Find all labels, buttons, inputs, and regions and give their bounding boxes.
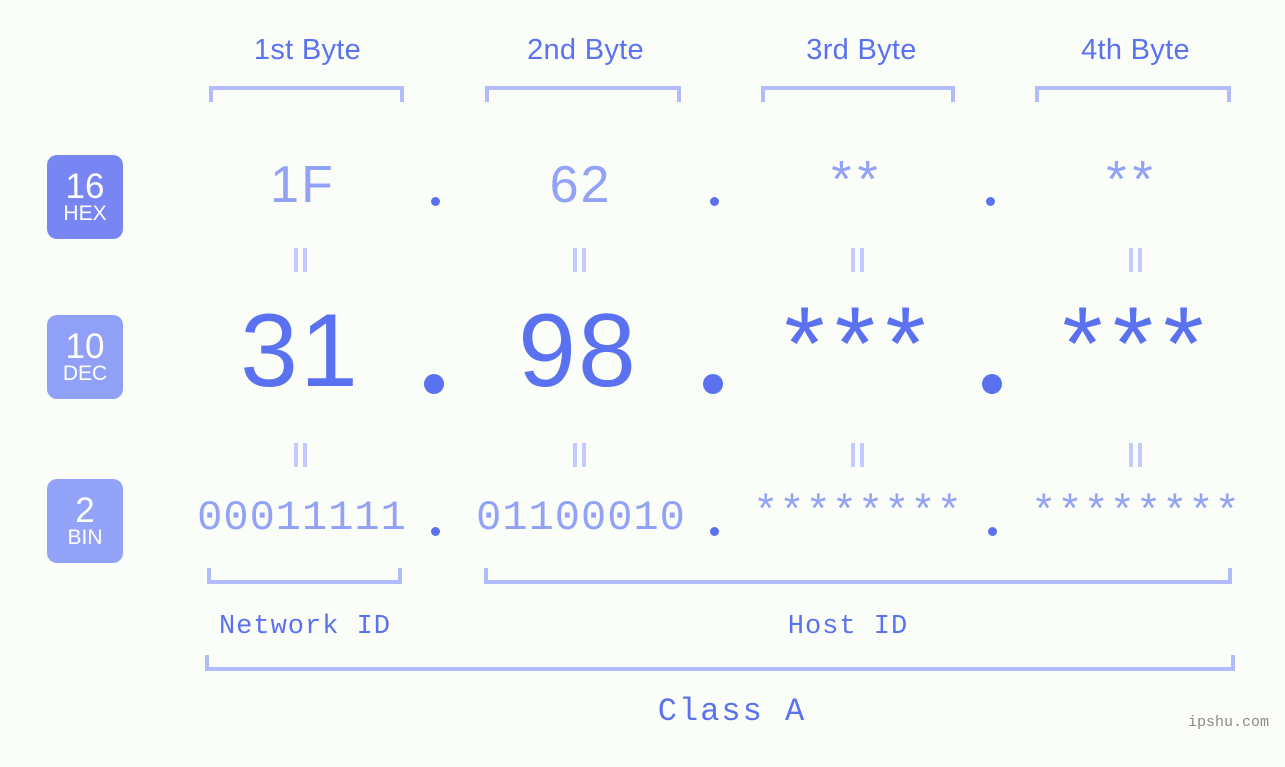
hex-byte-1-value: 1F [270,156,335,214]
network-id-label: Network ID [218,612,392,642]
base-badge-hex: 16 HEX [47,155,123,239]
class-label: Class A [657,693,807,730]
byte-bracket-top-1 [209,86,404,102]
dec-separator-dot-1 [424,374,444,394]
host-id-bracket [484,568,1232,584]
hex-byte-2-value: 62 [549,156,612,214]
byte-bracket-top-2 [485,86,681,102]
byte-header-4: 4th Byte [1081,34,1190,66]
bin-byte-1-value: 00011111 [197,494,407,542]
base-badge-bin: 2 BIN [47,479,123,563]
bin-byte-4-value: ******** [1031,489,1241,537]
equals-dec-bin-4 [1127,443,1145,467]
base-badge-bin-number: 2 [75,490,95,530]
dec-byte-3-value: *** [784,286,936,402]
base-badge-dec-label: DEC [62,361,108,385]
equals-dec-bin-1 [292,443,310,467]
dec-separator-dot-2 [703,374,723,394]
base-badge-hex-number: 16 [65,166,105,206]
bin-separator-dot-2 [710,527,719,536]
hex-separator-dot-3 [986,197,995,206]
dec-byte-1-value: 31 [240,293,360,409]
hex-byte-4-value: ** [1106,151,1159,209]
equals-hex-dec-1 [292,248,310,272]
byte-header-2: 2nd Byte [527,34,644,66]
byte-bracket-top-4 [1035,86,1231,102]
equals-hex-dec-3 [849,248,867,272]
bin-byte-2-value: 01100010 [476,494,686,542]
watermark: ipshu.com [1188,714,1270,731]
hex-byte-3-value: ** [831,151,884,209]
dec-byte-2-value: 98 [518,293,638,409]
byte-bracket-top-3 [761,86,955,102]
network-id-bracket [207,568,402,584]
byte-header-1: 1st Byte [253,34,362,66]
dec-separator-dot-3 [982,374,1002,394]
ip-address-breakdown-diagram: 1st Byte 2nd Byte 3rd Byte 4th Byte 16 H… [0,0,1285,767]
equals-dec-bin-3 [849,443,867,467]
bin-separator-dot-3 [988,527,997,536]
bin-separator-dot-1 [431,527,440,536]
equals-dec-bin-2 [571,443,589,467]
hex-separator-dot-1 [431,197,440,206]
base-badge-bin-label: BIN [67,525,103,549]
base-badge-dec-number: 10 [65,326,105,366]
hex-separator-dot-2 [710,197,719,206]
base-badge-dec: 10 DEC [47,315,123,399]
dec-byte-4-value: *** [1062,286,1214,402]
host-id-label: Host ID [787,612,909,642]
equals-hex-dec-4 [1127,248,1145,272]
equals-hex-dec-2 [571,248,589,272]
byte-header-3: 3rd Byte [806,34,917,66]
class-bracket [205,655,1235,671]
bin-byte-3-value: ******** [753,489,963,537]
base-badge-hex-label: HEX [63,201,107,225]
